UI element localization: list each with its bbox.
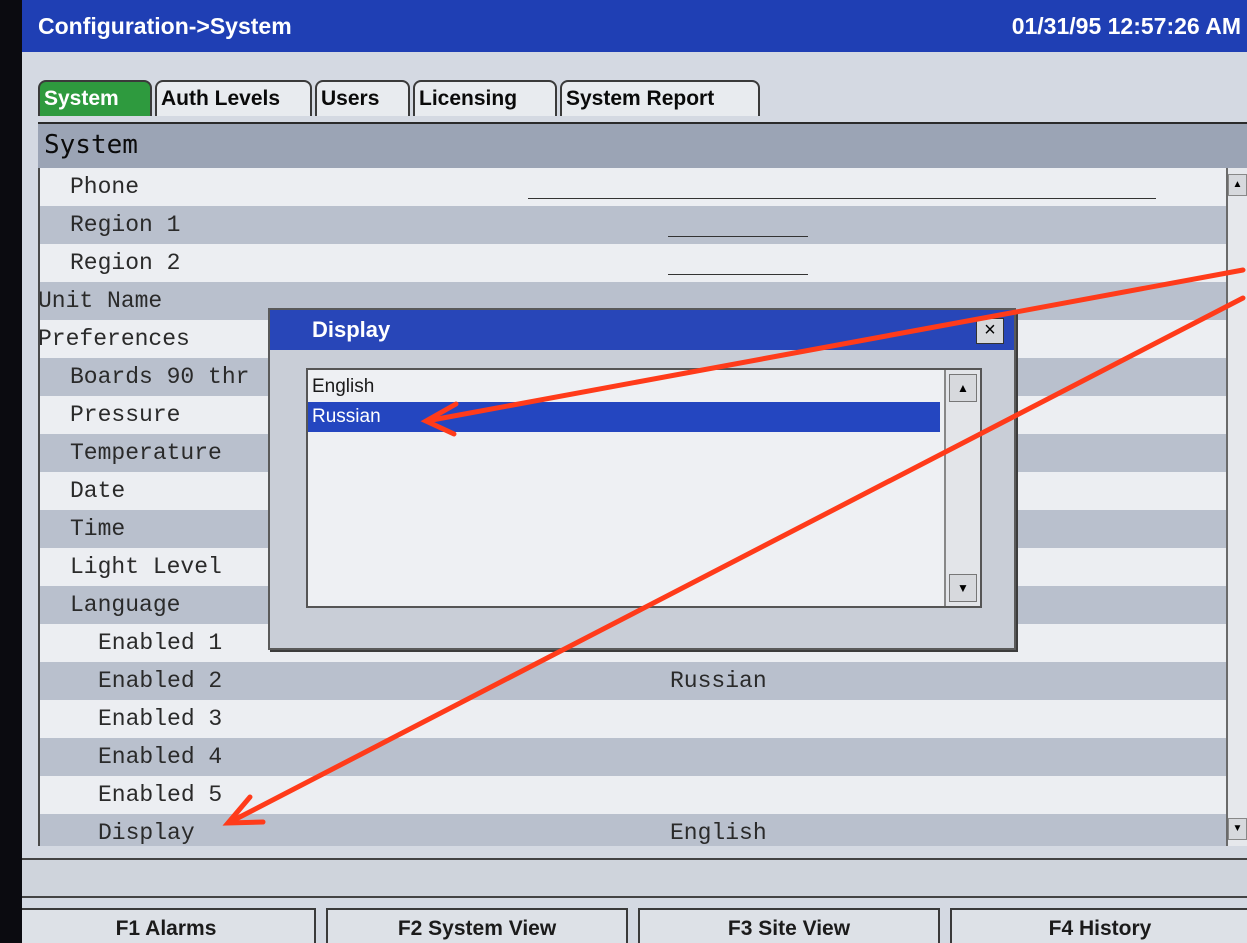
row-value: English xyxy=(670,820,767,846)
row-label: Preferences xyxy=(38,326,190,352)
row-label: Language xyxy=(70,592,181,618)
row-label: Pressure xyxy=(70,402,181,428)
settings-row-enabled-2[interactable]: Enabled 2 Russian xyxy=(40,662,1228,700)
tab-system[interactable]: System xyxy=(38,80,152,116)
f2-system-view-button[interactable]: F2 System View xyxy=(326,908,628,943)
row-label: Enabled 2 xyxy=(98,668,223,694)
dialog-title: Display xyxy=(270,310,1014,350)
chevron-down-icon[interactable]: ▼ xyxy=(949,574,977,602)
status-bar xyxy=(22,858,1247,898)
row-label: Display xyxy=(98,820,195,846)
row-label: Unit Name xyxy=(38,288,163,314)
row-label: Temperature xyxy=(70,440,222,466)
f1-alarms-button[interactable]: F1 Alarms xyxy=(22,908,316,943)
listbox-scrollbar[interactable]: ▲ ▼ xyxy=(944,370,980,606)
settings-row-region-1[interactable]: Region 1 xyxy=(40,206,1228,244)
row-label: Enabled 1 xyxy=(98,630,223,656)
row-label: Enabled 3 xyxy=(98,706,223,732)
row-label: Light Level xyxy=(70,554,222,580)
settings-row-enabled-3[interactable]: Enabled 3 xyxy=(40,700,1228,738)
settings-scrollbar[interactable]: ▲ ▼ xyxy=(1226,168,1247,846)
region-2-underline xyxy=(668,274,808,275)
row-label: Time xyxy=(70,516,126,542)
row-label: Date xyxy=(70,478,126,504)
row-value: Russian xyxy=(670,668,767,694)
chevron-up-icon[interactable]: ▲ xyxy=(949,374,977,402)
f4-history-button[interactable]: F4 History xyxy=(950,908,1247,943)
scroll-down-icon[interactable]: ▼ xyxy=(1228,818,1247,840)
row-label: Boards 90 thr xyxy=(70,364,250,390)
phone-underline xyxy=(528,198,1156,199)
page-title: Configuration->System xyxy=(38,13,292,39)
display-dialog: Display × English Russian ▲ ▼ xyxy=(268,308,1016,650)
settings-row-region-2[interactable]: Region 2 xyxy=(40,244,1228,282)
device-screen: Configuration->System 01/31/95 12:57:26 … xyxy=(22,0,1247,943)
tab-system-report[interactable]: System Report xyxy=(560,80,760,116)
row-label: Phone xyxy=(70,174,140,200)
f3-site-view-button[interactable]: F3 Site View xyxy=(638,908,940,943)
settings-row-enabled-5[interactable]: Enabled 5 xyxy=(40,776,1228,814)
datetime-display: 01/31/95 12:57:26 AM xyxy=(1011,13,1241,39)
option-russian[interactable]: Russian xyxy=(308,402,940,432)
settings-row-enabled-4[interactable]: Enabled 4 xyxy=(40,738,1228,776)
tab-auth-levels[interactable]: Auth Levels xyxy=(155,80,312,116)
tab-users[interactable]: Users xyxy=(315,80,410,116)
region-1-underline xyxy=(668,236,808,237)
row-label: Enabled 5 xyxy=(98,782,223,808)
row-label: Region 1 xyxy=(70,212,181,238)
settings-row-display[interactable]: Display English xyxy=(40,814,1228,846)
close-icon[interactable]: × xyxy=(976,318,1004,344)
title-bar: Configuration->System 01/31/95 12:57:26 … xyxy=(22,0,1247,52)
settings-row-phone[interactable]: Phone xyxy=(40,168,1228,206)
scroll-up-icon[interactable]: ▲ xyxy=(1228,174,1247,196)
option-english[interactable]: English xyxy=(308,372,940,402)
language-listbox[interactable]: English Russian ▲ ▼ xyxy=(306,368,982,608)
row-label: Enabled 4 xyxy=(98,744,223,770)
row-label: Region 2 xyxy=(70,250,181,276)
tab-licensing[interactable]: Licensing xyxy=(413,80,557,116)
section-header: System xyxy=(38,122,1247,168)
